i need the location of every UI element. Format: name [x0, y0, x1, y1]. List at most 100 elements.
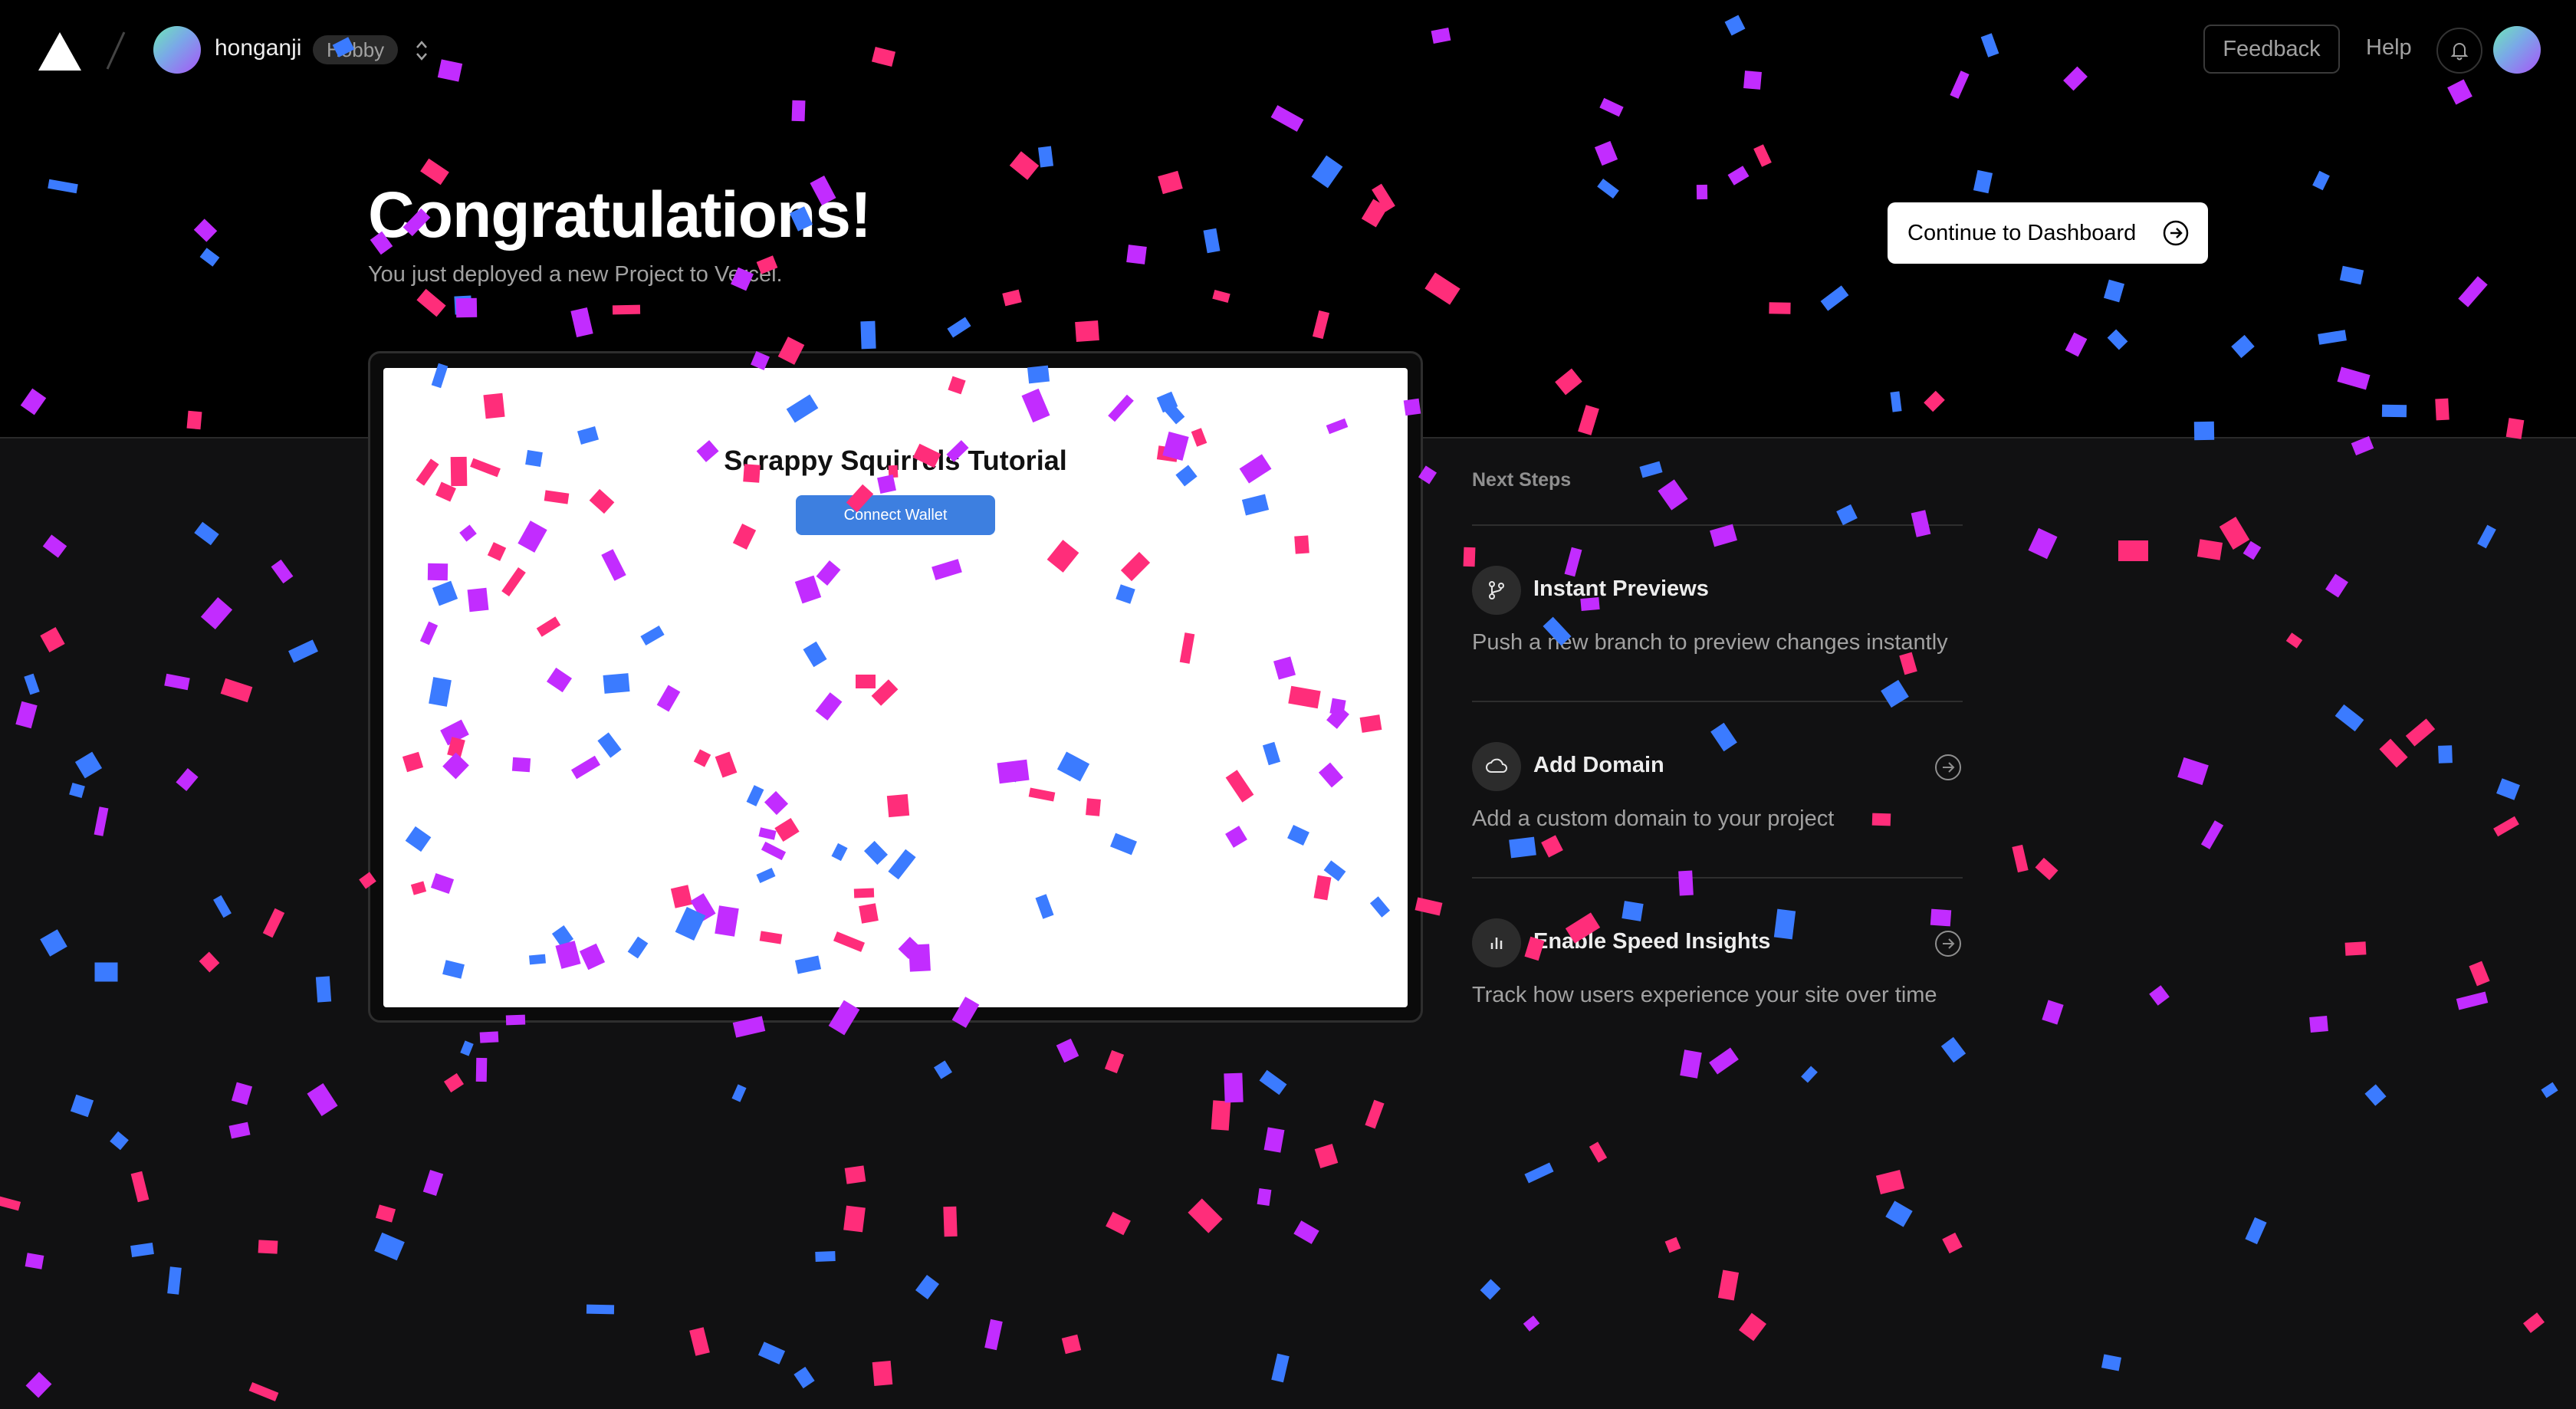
confetti-piece: [25, 1371, 52, 1398]
confetti-piece: [69, 782, 85, 799]
confetti-piece: [656, 685, 681, 712]
confetti-piece: [758, 827, 777, 840]
confetti-piece: [374, 1232, 405, 1261]
confetti-piece: [1046, 540, 1079, 573]
confetti-piece: [200, 596, 233, 630]
confetti-piece: [589, 488, 615, 514]
next-step-add-domain[interactable]: Add Domain Add a custom domain to your p…: [1472, 742, 1963, 857]
confetti-piece: [2477, 524, 2496, 549]
confetti-piece: [1262, 741, 1281, 766]
confetti-piece: [943, 1206, 958, 1237]
confetti-piece: [816, 560, 841, 586]
breadcrumb-separator: [106, 31, 126, 70]
user-avatar[interactable]: [2493, 26, 2541, 74]
confetti-piece: [271, 559, 294, 584]
confetti-piece: [2012, 844, 2029, 873]
confetti-piece: [570, 755, 601, 780]
confetti-piece: [2101, 1354, 2122, 1371]
confetti-piece: [1288, 685, 1321, 709]
next-step-enable-speed-insights[interactable]: Enable Speed Insights Track how users ex…: [1472, 918, 1963, 1033]
confetti-piece: [2405, 718, 2436, 747]
confetti-piece: [579, 943, 606, 971]
confetti-piece: [467, 587, 489, 613]
confetti-piece: [2344, 941, 2367, 956]
confetti-piece: [430, 872, 455, 895]
next-step-instant-previews[interactable]: Instant Previews Push a new branch to pr…: [1472, 566, 1963, 681]
confetti-piece: [909, 944, 931, 972]
confetti-piece: [794, 575, 822, 604]
confetti-piece: [1329, 698, 1346, 716]
confetti-piece: [459, 524, 477, 542]
confetti-piece: [546, 667, 573, 693]
confetti-piece: [1738, 1312, 1767, 1342]
confetti-piece: [1162, 400, 1185, 425]
confetti-piece: [2469, 961, 2490, 987]
confetti-piece: [859, 903, 879, 924]
confetti-piece: [130, 1171, 150, 1203]
divider: [1472, 877, 1963, 879]
confetti-piece: [1003, 761, 1024, 783]
confetti-piece: [1680, 1049, 1702, 1079]
notifications-button[interactable]: [2436, 28, 2482, 74]
plan-badge: Hobby: [313, 35, 399, 64]
confetti-piece: [786, 394, 819, 423]
confetti-piece: [544, 490, 570, 504]
confetti-piece: [375, 1204, 396, 1223]
confetti-piece: [586, 1304, 615, 1315]
confetti-piece: [176, 768, 199, 791]
confetti-piece: [2496, 778, 2520, 800]
confetti-piece: [932, 559, 962, 580]
confetti-piece: [2149, 985, 2170, 1006]
confetti-piece: [164, 673, 190, 691]
arrow-right-circle-icon[interactable]: [1934, 929, 1963, 958]
confetti-piece: [1287, 825, 1309, 846]
confetti-piece: [1104, 1049, 1125, 1074]
confetti-piece: [1106, 1211, 1131, 1236]
confetti-piece: [843, 1205, 866, 1233]
vercel-logo-icon[interactable]: [37, 31, 83, 72]
confetti-piece: [2200, 820, 2224, 849]
confetti-piece: [1524, 1162, 1554, 1184]
confetti-piece: [731, 1084, 747, 1102]
bar-chart-icon: [1472, 918, 1521, 967]
confetti-piece: [1664, 1237, 1681, 1253]
confetti-piece: [2242, 540, 2262, 560]
confetti-piece: [288, 639, 318, 663]
confetti-piece: [410, 881, 427, 895]
feedback-button[interactable]: Feedback: [2203, 25, 2340, 74]
confetti-piece: [518, 521, 547, 553]
page-title: Congratulations!: [368, 179, 872, 251]
confetti-piece: [1639, 461, 1663, 478]
confetti-piece: [429, 677, 452, 707]
confetti-piece: [2035, 857, 2058, 881]
confetti-piece: [844, 1165, 866, 1184]
confetti-piece: [1056, 751, 1090, 782]
team-avatar[interactable]: [153, 26, 201, 74]
confetti-piece: [24, 673, 40, 695]
next-step-description: Add a custom domain to your project: [1472, 806, 1835, 831]
confetti-piece: [220, 678, 253, 703]
confetti-piece: [601, 549, 626, 581]
confetti-piece: [886, 793, 910, 818]
confetti-piece: [199, 951, 220, 973]
arrow-right-circle-icon[interactable]: [1934, 753, 1963, 782]
page-subtitle: You just deployed a new Project to Verce…: [368, 262, 783, 287]
confetti-piece: [670, 885, 693, 908]
help-link[interactable]: Help: [2366, 35, 2412, 61]
deployment-preview-screenshot[interactable]: Scrappy Squirrels Tutorial Connect Walle…: [383, 368, 1408, 1007]
team-name[interactable]: honganji: [215, 35, 301, 61]
confetti-piece: [501, 567, 526, 597]
confetti-piece: [307, 1083, 338, 1116]
confetti-piece: [25, 1253, 44, 1269]
chevron-up-down-icon[interactable]: [411, 35, 432, 66]
confetti-piece: [1911, 510, 1931, 537]
confetti-piece: [529, 954, 546, 965]
preview-site-title: Scrappy Squirrels Tutorial: [724, 445, 1067, 476]
confetti-piece: [2042, 1000, 2064, 1025]
confetti-piece: [262, 908, 285, 938]
confetti-piece: [934, 1060, 952, 1079]
confetti-piece: [1294, 535, 1309, 554]
divider: [1472, 524, 1963, 526]
continue-to-dashboard-button[interactable]: Continue to Dashboard: [1888, 202, 2208, 264]
confetti-piece: [1211, 1100, 1231, 1131]
